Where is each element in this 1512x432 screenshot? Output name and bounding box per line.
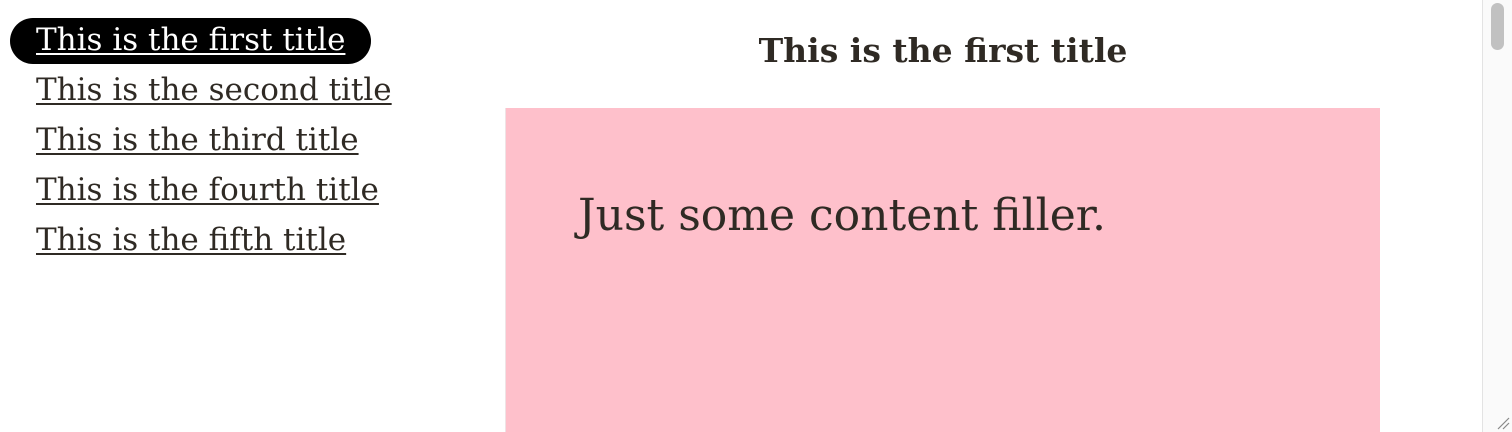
vertical-scrollbar[interactable]	[1482, 0, 1512, 432]
nav-item-third-title[interactable]: This is the third title	[36, 120, 359, 160]
nav-item-second-title[interactable]: This is the second title	[36, 70, 392, 110]
nav-item-fifth-title[interactable]: This is the fifth title	[36, 220, 346, 260]
content-panel: Just some content filler.	[506, 108, 1380, 432]
scrollbar-thumb[interactable]	[1491, 3, 1504, 50]
nav-item-first-title[interactable]: This is the first title	[10, 18, 372, 64]
content-title: This is the first title	[758, 31, 1128, 70]
nav-item-fourth-title[interactable]: This is the fourth title	[36, 170, 379, 210]
page-frame: This is the first title This is the seco…	[0, 0, 1512, 432]
resize-grip-icon[interactable]	[1494, 414, 1510, 430]
content-filler-text: Just some content filler.	[578, 190, 1106, 241]
